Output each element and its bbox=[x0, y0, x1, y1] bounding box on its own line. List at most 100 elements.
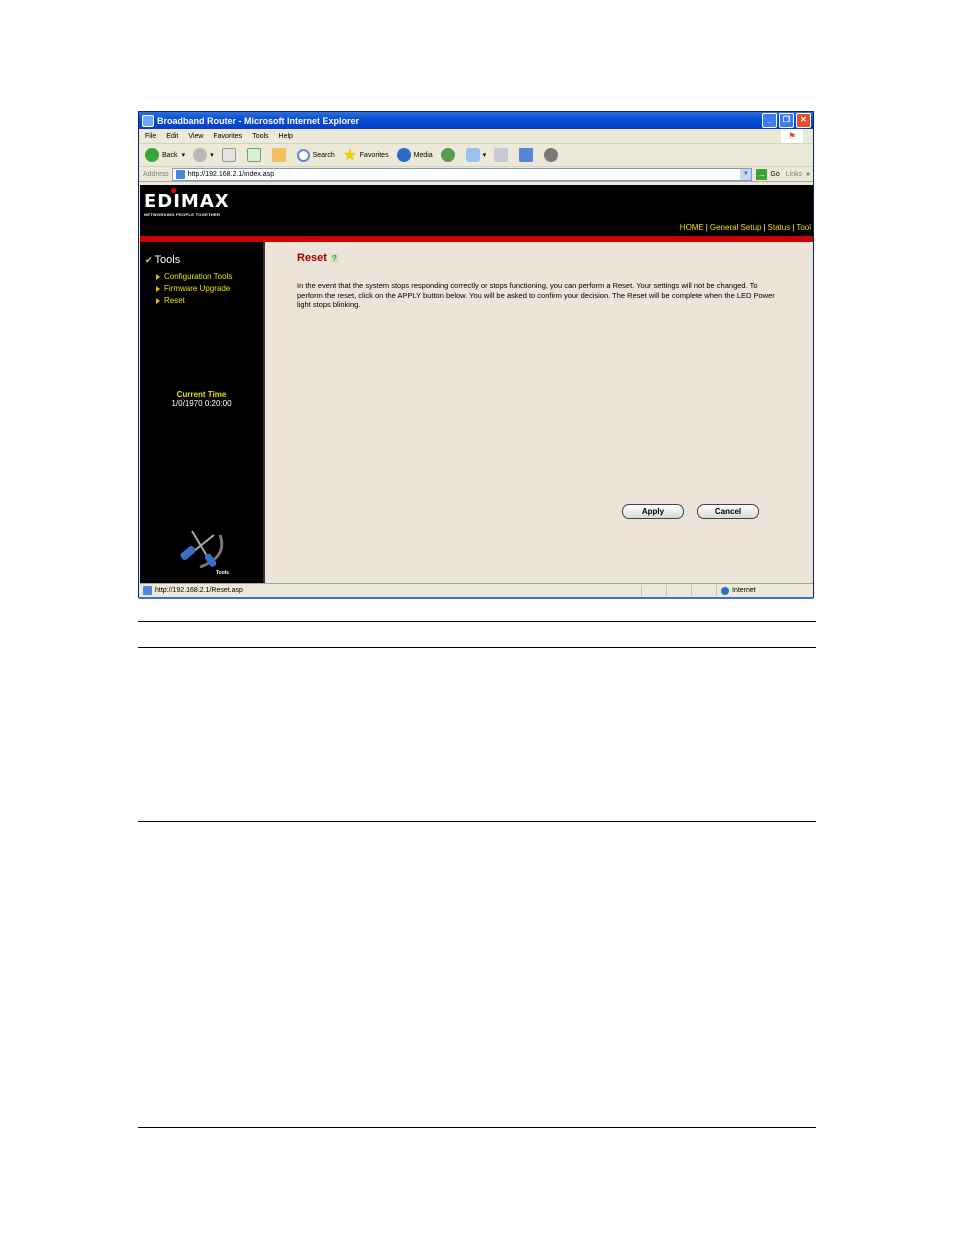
triangle-icon bbox=[156, 286, 160, 292]
status-url: http://192.168.2.1/Reset.asp bbox=[155, 587, 243, 594]
sidebar-title-text: Tools bbox=[154, 254, 181, 266]
toolbar: Back ▾ ▾ Search Favorites Media ▾ bbox=[139, 144, 813, 167]
status-segment bbox=[641, 585, 666, 596]
sidebar-item-label: Reset bbox=[164, 296, 185, 305]
go-arrow-icon: → bbox=[756, 168, 768, 180]
menu-edit[interactable]: Edit bbox=[166, 133, 178, 140]
edit-button[interactable] bbox=[519, 148, 536, 162]
back-label: Back bbox=[162, 151, 178, 159]
search-button[interactable]: Search bbox=[296, 148, 335, 162]
forward-arrow-icon bbox=[193, 148, 208, 162]
go-button[interactable]: → Go bbox=[756, 168, 780, 180]
table-rule bbox=[138, 1127, 816, 1128]
triangle-icon bbox=[156, 298, 160, 304]
status-bar: http://192.168.2.1/Reset.asp Internet bbox=[140, 583, 813, 597]
current-time: Current Time 1/0/1970 0:20:00 bbox=[140, 390, 263, 408]
menu-file[interactable]: File bbox=[145, 133, 156, 140]
print-button[interactable] bbox=[494, 148, 511, 162]
address-input[interactable]: http://192.168.2.1/index.asp ▼ bbox=[171, 167, 753, 181]
router-page: EDIMAX NETWORKING PEOPLE TOGETHER HOME | G… bbox=[140, 185, 813, 583]
minimize-button[interactable]: _ bbox=[762, 113, 777, 128]
home-button[interactable] bbox=[271, 148, 289, 162]
tools-screwdriver-icon bbox=[180, 530, 224, 569]
history-icon bbox=[440, 148, 455, 162]
table-rule bbox=[138, 647, 816, 648]
window-title: Broadband Router - Microsoft Internet Ex… bbox=[157, 115, 360, 126]
address-dropdown-icon[interactable]: ▼ bbox=[740, 168, 752, 180]
nav-general-setup[interactable]: General Setup bbox=[710, 223, 762, 232]
page-title-text: Reset bbox=[297, 252, 327, 264]
cancel-button[interactable]: Cancel bbox=[697, 504, 759, 519]
close-button[interactable]: ✕ bbox=[796, 113, 811, 128]
router-header: EDIMAX NETWORKING PEOPLE TOGETHER HOME | G… bbox=[140, 185, 813, 236]
sidebar-item-label: Configuration Tools bbox=[164, 272, 233, 281]
reset-description: In the event that the system stops respo… bbox=[297, 281, 775, 309]
edimax-logo: EDIMAX bbox=[144, 188, 230, 212]
page-icon bbox=[143, 586, 152, 595]
content-panel: Reset ? In the event that the system sto… bbox=[265, 242, 813, 583]
menu-bar: File Edit View Favorites Tools Help ⚑ bbox=[139, 129, 813, 144]
nav-separator: | bbox=[792, 223, 795, 232]
sidebar-item-firmware-upgrade[interactable]: Firmware Upgrade bbox=[156, 283, 232, 295]
status-segment bbox=[691, 585, 716, 596]
status-segment bbox=[666, 585, 691, 596]
sidebar-title: ✔ Tools bbox=[145, 254, 180, 266]
taskbar-strip bbox=[139, 597, 813, 599]
security-zone: Internet bbox=[716, 585, 813, 596]
current-time-label: Current Time bbox=[176, 390, 227, 399]
nav-separator: | bbox=[763, 223, 766, 232]
sidebar: ✔ Tools Configuration Tools Firmware Upg… bbox=[140, 242, 265, 583]
search-icon bbox=[296, 148, 310, 162]
nav-status[interactable]: Status bbox=[768, 223, 791, 232]
go-label: Go bbox=[770, 170, 780, 178]
menu-tools[interactable]: Tools bbox=[252, 133, 268, 140]
table-rule bbox=[138, 621, 816, 622]
edit-icon bbox=[519, 148, 534, 162]
links-chevron-icon[interactable]: » bbox=[806, 171, 810, 178]
mail-icon bbox=[465, 148, 480, 162]
triangle-icon bbox=[156, 274, 160, 280]
top-nav: HOME | General Setup | Status | Tool bbox=[680, 223, 811, 232]
page-icon bbox=[175, 169, 185, 179]
address-label: Address bbox=[143, 170, 169, 178]
mail-dropdown-icon[interactable]: ▾ bbox=[483, 151, 487, 159]
checkmark-icon: ✔ bbox=[145, 254, 153, 265]
address-url: http://192.168.2.1/index.asp bbox=[187, 170, 275, 178]
mail-button[interactable]: ▾ bbox=[465, 148, 487, 162]
help-icon[interactable]: ? bbox=[330, 253, 338, 263]
back-button[interactable]: Back ▾ bbox=[145, 148, 185, 162]
media-button[interactable]: Media bbox=[396, 148, 433, 162]
logo-dot bbox=[171, 188, 176, 193]
menu-help[interactable]: Help bbox=[279, 133, 293, 140]
back-dropdown-icon[interactable]: ▾ bbox=[182, 151, 186, 159]
menu-view[interactable]: View bbox=[188, 133, 203, 140]
windows-logo-icon: ⚑ bbox=[781, 129, 803, 143]
sidebar-item-configuration-tools[interactable]: Configuration Tools bbox=[156, 271, 232, 283]
apply-button[interactable]: Apply bbox=[622, 504, 684, 519]
refresh-button[interactable] bbox=[246, 148, 264, 162]
star-icon bbox=[343, 148, 357, 161]
favorites-button[interactable]: Favorites bbox=[343, 148, 389, 162]
maximize-button[interactable]: ❐ bbox=[779, 113, 794, 128]
messenger-button[interactable] bbox=[544, 148, 561, 162]
sidebar-item-reset[interactable]: Reset bbox=[156, 295, 232, 307]
history-button[interactable] bbox=[440, 148, 458, 162]
table-rule bbox=[138, 821, 816, 822]
globe-icon bbox=[721, 586, 729, 595]
forward-button[interactable]: ▾ bbox=[193, 148, 214, 162]
links-button[interactable]: Links bbox=[786, 171, 802, 178]
stop-button[interactable] bbox=[221, 148, 239, 162]
ie-icon bbox=[142, 114, 154, 127]
printer-icon bbox=[494, 148, 509, 162]
nav-home[interactable]: HOME bbox=[680, 223, 704, 232]
forward-dropdown-icon[interactable]: ▾ bbox=[210, 151, 214, 159]
brand-name: EDIMAX bbox=[144, 191, 230, 212]
page-title: Reset ? bbox=[297, 252, 338, 264]
sidebar-item-label: Firmware Upgrade bbox=[164, 284, 231, 293]
menu-favorites[interactable]: Favorites bbox=[213, 133, 242, 140]
refresh-icon bbox=[246, 148, 261, 162]
router-body: ✔ Tools Configuration Tools Firmware Upg… bbox=[140, 242, 813, 583]
title-bar: Broadband Router - Microsoft Internet Ex… bbox=[139, 112, 813, 129]
media-icon bbox=[396, 148, 411, 162]
nav-tool[interactable]: Tool bbox=[796, 223, 811, 232]
